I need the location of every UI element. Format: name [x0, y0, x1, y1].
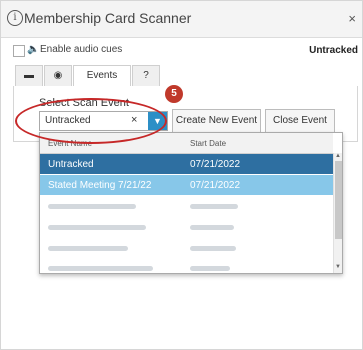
dropdown-scrollbar[interactable]: ▲ ▼	[333, 153, 342, 273]
speaker-icon: 🔈	[27, 44, 40, 55]
title-bar: i Membership Card Scanner ×	[1, 1, 362, 38]
window-title: Membership Card Scanner	[24, 10, 192, 26]
selected-event-value: Untracked	[45, 115, 91, 126]
event-row-obscured[interactable]	[40, 196, 333, 216]
tracking-status: Untracked	[309, 45, 358, 56]
blurred-text	[190, 246, 236, 251]
event-name: Untracked	[48, 159, 94, 170]
blurred-text	[48, 266, 153, 271]
create-new-event-button[interactable]: Create New Event	[172, 109, 261, 133]
scanner-window: i Membership Card Scanner × 🔈 Enable aud…	[0, 0, 363, 350]
tab-events-label: Events	[86, 70, 118, 81]
event-date: 07/21/2022	[190, 159, 241, 170]
clear-icon[interactable]: ×	[131, 114, 137, 126]
card-icon: ▬	[24, 70, 34, 81]
chevron-down-icon[interactable]: ▼	[148, 112, 167, 130]
blurred-text	[48, 225, 146, 230]
scroll-down-icon[interactable]: ▼	[335, 264, 341, 270]
info-icon[interactable]: i	[7, 10, 23, 26]
scan-event-select[interactable]: Untracked × ▼	[39, 111, 168, 131]
event-row-selected[interactable]: Untracked 07/21/2022	[40, 154, 333, 174]
tab-card[interactable]: ▬	[15, 65, 43, 87]
event-date: 07/21/2022	[190, 180, 241, 191]
close-icon[interactable]: ×	[348, 11, 356, 26]
help-icon: ?	[143, 70, 149, 81]
camera-icon: ◉	[53, 70, 63, 81]
step-badge: 5	[165, 85, 183, 103]
tab-bar: ▬ ◉ Events ?	[13, 62, 356, 88]
tab-help[interactable]: ?	[132, 65, 160, 87]
event-row-obscured[interactable]	[40, 217, 333, 237]
close-event-button[interactable]: Close Event	[265, 109, 335, 133]
scroll-up-icon[interactable]: ▲	[335, 153, 341, 159]
audio-cues-label: Enable audio cues	[40, 44, 123, 55]
blurred-text	[190, 225, 234, 230]
event-row-highlighted[interactable]: Stated Meeting 7/21/22 07/21/2022	[40, 175, 333, 195]
column-event-name: Event Name	[48, 139, 93, 148]
blurred-text	[190, 204, 238, 209]
column-start-date: Start Date	[190, 139, 227, 148]
tab-events[interactable]: Events	[73, 65, 131, 88]
blurred-text	[48, 204, 136, 209]
blurred-text	[48, 246, 128, 251]
scrollbar-thumb[interactable]	[335, 161, 342, 239]
tab-camera[interactable]: ◉	[44, 65, 72, 87]
select-scan-event-label: Select Scan Event	[39, 97, 129, 109]
event-row-obscured[interactable]	[40, 259, 333, 273]
dropdown-header: Event Name Start Date	[40, 133, 333, 154]
event-row-obscured[interactable]	[40, 238, 333, 258]
event-name: Stated Meeting 7/21/22	[48, 180, 152, 191]
audio-cues-checkbox[interactable]	[13, 45, 25, 57]
event-dropdown-list: Event Name Start Date Untracked 07/21/20…	[39, 132, 343, 274]
blurred-text	[190, 266, 230, 271]
